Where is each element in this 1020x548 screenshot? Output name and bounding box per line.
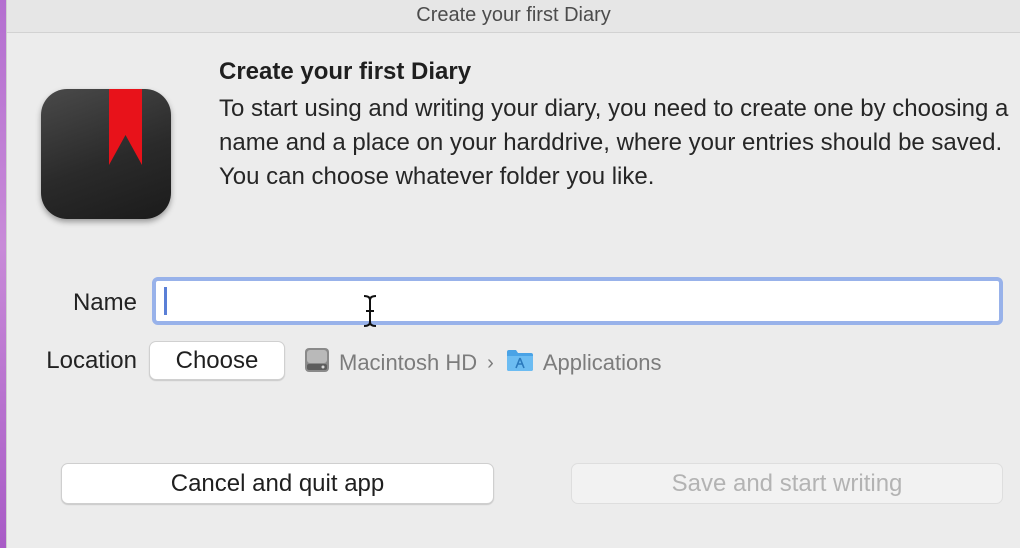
- path-label-applications: Applications: [542, 350, 662, 375]
- location-path[interactable]: Macintosh HD › Applications: [304, 348, 661, 378]
- bookmark-icon: [109, 89, 142, 165]
- path-item-macintosh-hd[interactable]: Macintosh HD: [304, 346, 477, 380]
- dialog-description: To start using and writing your diary, y…: [219, 95, 1009, 190]
- save-and-start-button[interactable]: Save and start writing: [571, 463, 1003, 504]
- text-caret: [164, 287, 167, 315]
- path-label-macintosh-hd: Macintosh HD: [339, 350, 478, 375]
- path-separator: ›: [487, 351, 494, 374]
- name-input[interactable]: [152, 277, 1003, 325]
- location-label: Location: [46, 347, 137, 374]
- hard-drive-icon: [304, 346, 330, 380]
- diary-app-icon: [41, 89, 171, 219]
- dialog-heading: Create your first Diary: [219, 58, 472, 85]
- title-bar[interactable]: Create your first Diary: [7, 0, 1020, 33]
- window-title: Create your first Diary: [416, 4, 611, 26]
- path-item-applications[interactable]: Applications: [506, 348, 662, 378]
- cancel-and-quit-button[interactable]: Cancel and quit app: [61, 463, 494, 504]
- ibeam-cursor-icon: [363, 295, 377, 327]
- dialog-window: Create your first Diary Create your firs…: [6, 0, 1020, 548]
- choose-location-button[interactable]: Choose: [149, 341, 285, 380]
- name-label: Name: [72, 289, 137, 316]
- applications-folder-icon: [506, 348, 534, 378]
